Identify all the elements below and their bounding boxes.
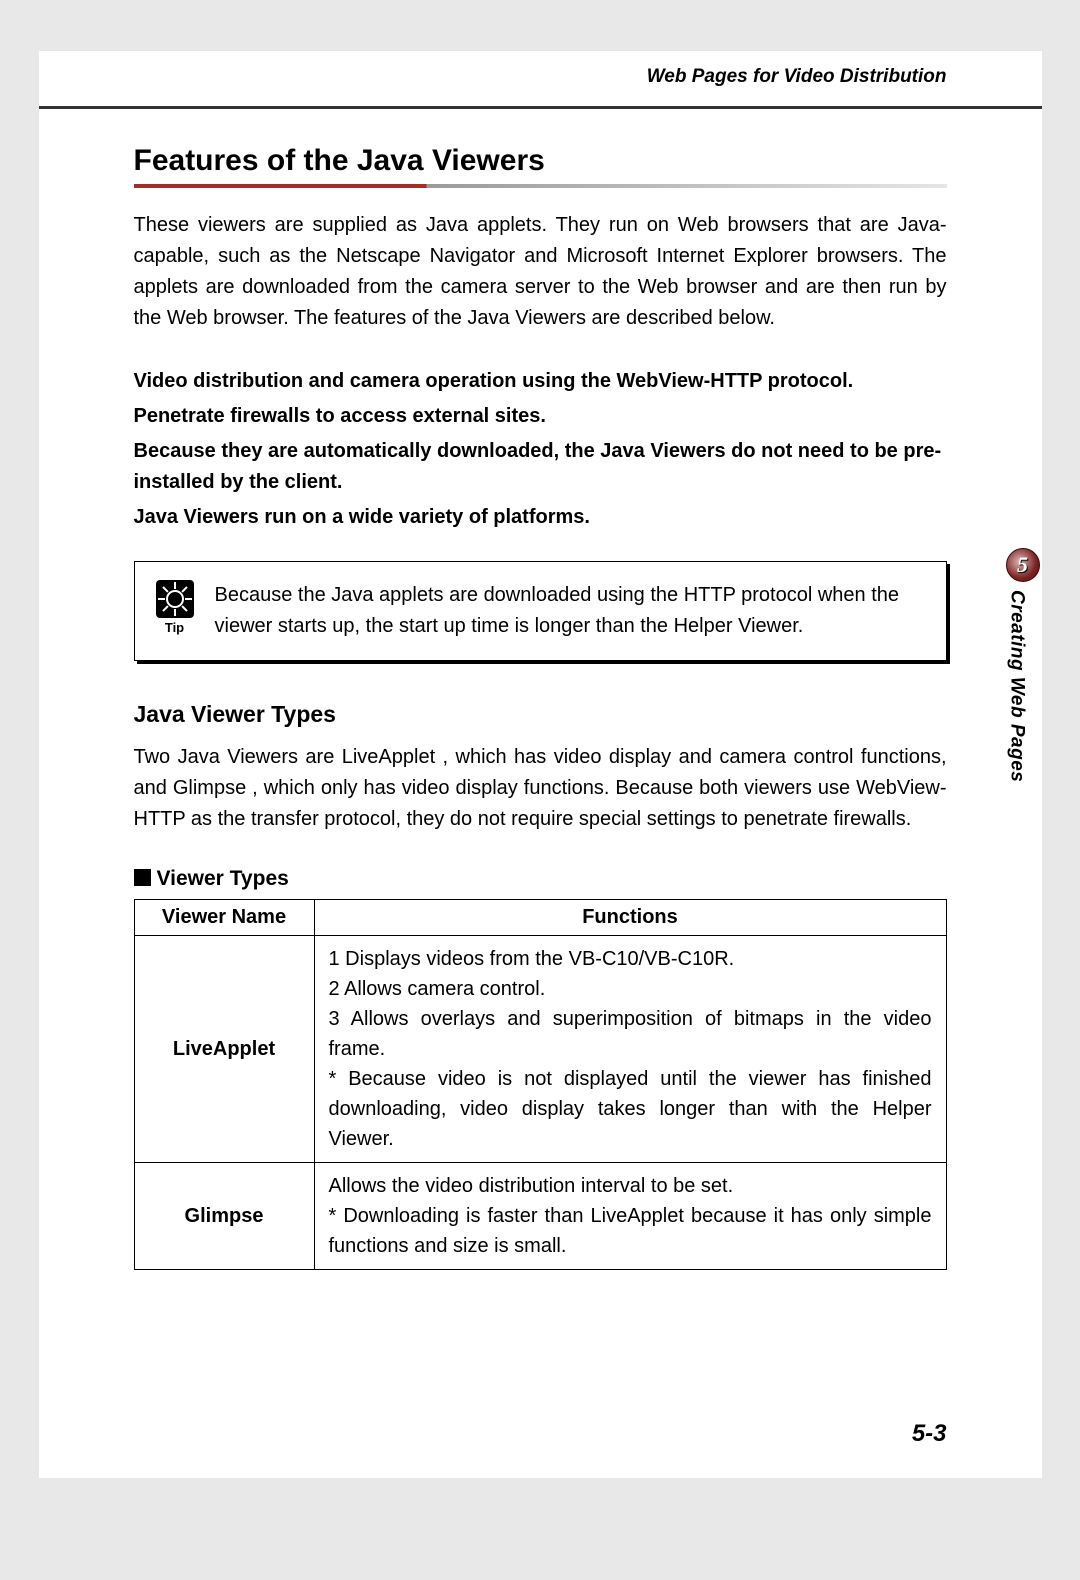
tip-label: Tip <box>165 620 184 635</box>
func-note: * Downloading is faster than LiveApplet … <box>329 1201 932 1261</box>
feature-item: Because they are automatically downloade… <box>134 436 947 498</box>
lightbulb-icon <box>156 580 194 618</box>
func-line: 2 Allows camera control. <box>329 974 932 1004</box>
func-line: Allows the video distribution interval t… <box>329 1171 932 1201</box>
table-heading: Viewer Types <box>134 867 947 891</box>
feature-item: Java Viewers run on a wide variety of pl… <box>134 502 947 533</box>
feature-list: Video distribution and camera operation … <box>134 366 947 533</box>
tip-text: Because the Java applets are downloaded … <box>215 580 926 642</box>
viewer-types-table: Viewer Name Functions LiveApplet 1 Displ… <box>134 899 947 1270</box>
running-header: Web Pages for Video Distribution <box>39 66 1042 106</box>
types-paragraph: Two Java Viewers are LiveApplet , which … <box>134 742 947 835</box>
table-heading-text: Viewer Types <box>157 867 289 890</box>
side-tab: 5 Creating Web Pages <box>1006 548 1042 782</box>
cell-functions: 1 Displays videos from the VB-C10/VB-C10… <box>314 936 946 1163</box>
intro-paragraph: These viewers are supplied as Java apple… <box>134 210 947 334</box>
cell-viewer-name: Glimpse <box>134 1163 314 1270</box>
section-title-block: Features of the Java Viewers <box>134 144 947 188</box>
func-line: 1 Displays videos from the VB-C10/VB-C10… <box>329 944 932 974</box>
feature-item: Video distribution and camera operation … <box>134 366 947 397</box>
cell-functions: Allows the video distribution interval t… <box>314 1163 946 1270</box>
table-row: Glimpse Allows the video distribution in… <box>134 1163 946 1270</box>
subheading-viewer-types: Java Viewer Types <box>134 701 947 728</box>
tip-box: Tip Because the Java applets are downloa… <box>134 561 947 661</box>
document-page: Web Pages for Video Distribution Feature… <box>39 51 1042 1478</box>
chapter-title-vertical: Creating Web Pages <box>1006 590 1028 782</box>
feature-item: Penetrate firewalls to access external s… <box>134 401 947 432</box>
func-line: 3 Allows overlays and superimposition of… <box>329 1004 932 1064</box>
cell-viewer-name: LiveApplet <box>134 936 314 1163</box>
square-bullet-icon <box>134 869 151 886</box>
page-content: Features of the Java Viewers These viewe… <box>39 109 1042 1270</box>
table-header-row: Viewer Name Functions <box>134 900 946 936</box>
th-functions: Functions <box>314 900 946 936</box>
title-underline <box>134 184 947 188</box>
chapter-badge: 5 <box>1006 548 1040 582</box>
table-row: LiveApplet 1 Displays videos from the VB… <box>134 936 946 1163</box>
tip-icon-wrap: Tip <box>153 580 197 635</box>
th-viewer-name: Viewer Name <box>134 900 314 936</box>
func-note: * Because video is not displayed until t… <box>329 1064 932 1154</box>
page-number: 5-3 <box>912 1420 947 1448</box>
section-title: Features of the Java Viewers <box>134 144 947 184</box>
